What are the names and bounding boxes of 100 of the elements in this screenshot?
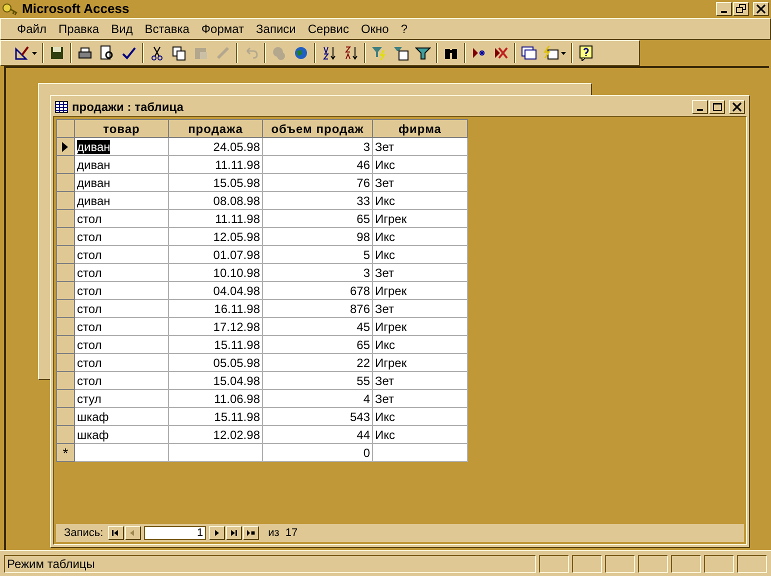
table-cell: 12.02.98	[168, 426, 262, 444]
table-cell: 5	[262, 246, 372, 264]
maximize-icon	[712, 102, 722, 112]
close-icon	[732, 102, 742, 112]
links-icon	[271, 45, 287, 61]
status-pane	[737, 554, 767, 572]
menu-item[interactable]: Вид	[105, 20, 139, 38]
table-cell: 65	[262, 336, 372, 354]
table-cell: Икс	[372, 228, 468, 246]
table-cell: Зет	[372, 174, 468, 192]
printer-icon	[77, 45, 93, 61]
table-cell: стол	[74, 336, 168, 354]
table-cell: стол	[74, 246, 168, 264]
last-record-icon	[229, 529, 240, 537]
table-cell: стол	[74, 264, 168, 282]
status-pane	[572, 554, 602, 572]
table-cell: стул	[74, 390, 168, 408]
current-row-icon	[61, 142, 69, 152]
table-cell: Икс	[372, 192, 468, 210]
column-header[interactable]: продажа	[168, 120, 262, 138]
table-cell: Икс	[372, 246, 468, 264]
sort-ascending-icon	[321, 45, 337, 61]
table-cell: 16.11.98	[168, 300, 262, 318]
magnifier-page-icon	[99, 45, 115, 61]
close-button[interactable]	[753, 2, 769, 16]
funnel-form-icon	[393, 45, 409, 61]
table-cell: 11.11.98	[168, 156, 262, 174]
table-cell: 876	[262, 300, 372, 318]
table-cell: диван	[74, 156, 168, 174]
brush-icon	[215, 45, 231, 61]
status-pane	[605, 554, 635, 572]
menu-item[interactable]: ?	[394, 20, 414, 38]
restore-button[interactable]	[733, 2, 749, 16]
table-cell: шкаф	[74, 426, 168, 444]
clipboard-icon	[193, 45, 209, 61]
maximize-button[interactable]	[709, 100, 725, 114]
table-cell: 45	[262, 318, 372, 336]
menu-item[interactable]: Записи	[250, 20, 302, 38]
scissors-icon	[149, 45, 165, 61]
table-cell: 678	[262, 282, 372, 300]
table-cell: 15.05.98	[168, 174, 262, 192]
window-title: Microsoft Access	[22, 0, 130, 18]
caret-icon	[561, 52, 566, 54]
triangle-ruler-icon	[14, 45, 30, 61]
table-cell: 10.10.98	[168, 264, 262, 282]
sort-descending-icon	[343, 45, 359, 61]
table-cell: 33	[262, 192, 372, 210]
check-mark-icon	[121, 45, 137, 61]
menu-item[interactable]: Файл	[11, 20, 53, 38]
table-cell: 65	[262, 210, 372, 228]
next-record-button[interactable]	[209, 526, 226, 540]
table-cell: 15.11.98	[168, 336, 262, 354]
table-cell: 24.05.98	[168, 138, 262, 156]
table-cell: 55	[262, 372, 372, 390]
table-cell: 46	[262, 156, 372, 174]
table-cell: стол	[74, 300, 168, 318]
first-record-button[interactable]	[108, 526, 124, 540]
table-cell: 98	[262, 228, 372, 246]
table-cell: стол	[74, 372, 168, 390]
table-icon	[55, 101, 68, 113]
table-cell: 543	[262, 408, 372, 426]
record-number-field[interactable]: 1	[144, 526, 206, 540]
column-header[interactable]: фирма	[372, 120, 468, 138]
table-cell: Икс	[372, 408, 468, 426]
table-cell: стол	[74, 282, 168, 300]
caret-icon	[32, 52, 37, 54]
copy-icon	[171, 45, 187, 61]
globe-icon	[293, 45, 309, 61]
new-record-icon	[471, 45, 487, 61]
menu-item[interactable]: Вставка	[138, 20, 196, 38]
table-cell: 15.11.98	[168, 408, 262, 426]
funnel-lightning-icon	[371, 45, 387, 61]
column-header[interactable]: объем продаж	[262, 120, 372, 138]
minimize-button[interactable]	[692, 100, 708, 114]
table-cell: Игрек	[372, 210, 468, 228]
column-header[interactable]: товар	[74, 120, 168, 138]
table-cell: стол	[74, 318, 168, 336]
table-cell: 11.11.98	[168, 210, 262, 228]
record-of-label: из	[268, 526, 280, 541]
menu-item[interactable]: Формат	[195, 20, 250, 38]
menu-item[interactable]: Правка	[52, 20, 106, 38]
table-cell: диван	[74, 192, 168, 210]
status-pane	[539, 554, 569, 572]
menu-item[interactable]: Сервис	[302, 20, 355, 38]
close-button[interactable]	[729, 100, 745, 114]
table-cell: Игрек	[372, 318, 468, 336]
status-pane	[671, 554, 701, 572]
row-selector[interactable]	[56, 138, 74, 156]
minimize-button[interactable]	[716, 2, 732, 16]
table-cell: стол	[74, 354, 168, 372]
table-cell: стол	[74, 210, 168, 228]
new-record-button[interactable]	[243, 526, 260, 540]
table-cell: 15.04.98	[168, 372, 262, 390]
last-record-button[interactable]	[226, 526, 242, 540]
menu-item[interactable]: Окно	[354, 20, 395, 38]
minimize-icon	[721, 11, 727, 13]
table-cell: 3	[262, 138, 372, 156]
table-cell: диван	[74, 174, 168, 192]
table-cell: Икс	[372, 426, 468, 444]
table-cell: 0	[262, 444, 372, 462]
